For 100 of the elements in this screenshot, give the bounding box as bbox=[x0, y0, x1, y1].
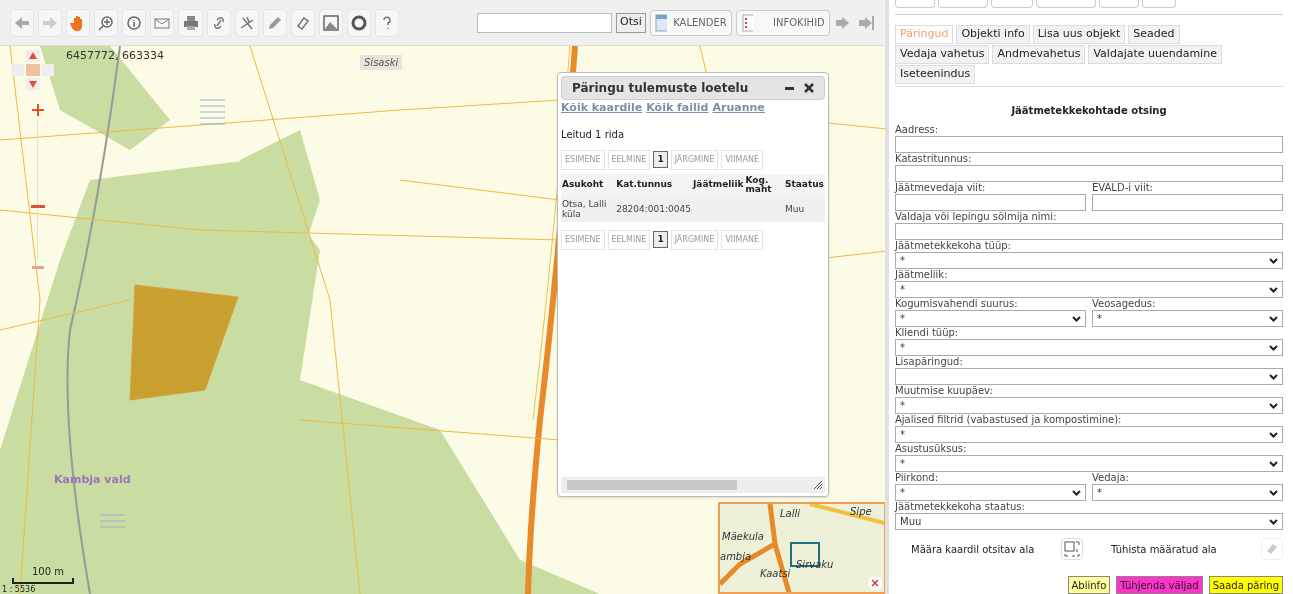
tab[interactable]: Iseteenindus bbox=[895, 65, 976, 84]
pager-button[interactable]: 1 bbox=[653, 231, 668, 248]
field-label: Jäätmevedaja viit: bbox=[895, 182, 987, 194]
dropdown[interactable]: * bbox=[895, 426, 1283, 443]
table-cell: Otsa, Lalli küla bbox=[561, 195, 616, 222]
resize-handle-icon[interactable] bbox=[813, 480, 823, 490]
tab[interactable]: Vedaja vahetus bbox=[895, 45, 990, 64]
dropdown[interactable]: * bbox=[895, 397, 1283, 414]
chevron-down-icon bbox=[1269, 315, 1278, 322]
chevron-down-icon bbox=[1269, 518, 1278, 525]
scale-bar-label: 100 m bbox=[32, 566, 64, 577]
scale-label: 1 : 5536 bbox=[2, 585, 36, 594]
area-label: Tühista määratud ala bbox=[1111, 542, 1218, 557]
column-header[interactable]: Jäätmeliik bbox=[691, 173, 745, 196]
chevron-down-icon bbox=[1269, 286, 1278, 293]
window-title: Päringu tulemuste loetelu bbox=[572, 80, 749, 97]
last-arrow-icon bbox=[857, 14, 874, 31]
form-button[interactable]: Tühjenda väljad bbox=[1116, 576, 1203, 594]
text-field[interactable] bbox=[895, 194, 1086, 211]
eraser-icon bbox=[1265, 542, 1279, 556]
field-label: EVALD-i viit: bbox=[1092, 182, 1154, 194]
dropdown[interactable]: Muu bbox=[895, 513, 1283, 530]
table-cell: 28204:001:0045 bbox=[615, 195, 692, 222]
hand-button[interactable] bbox=[66, 8, 91, 37]
dropdown[interactable] bbox=[895, 368, 1283, 385]
hidden-tab[interactable] bbox=[1099, 0, 1139, 8]
chevron-down-icon bbox=[1072, 315, 1081, 322]
tab[interactable]: Seaded bbox=[1128, 25, 1180, 44]
pencil-button[interactable] bbox=[262, 8, 287, 37]
ring-button[interactable] bbox=[346, 8, 371, 37]
link-button[interactable] bbox=[206, 8, 231, 37]
image-icon bbox=[321, 13, 340, 32]
text-field[interactable] bbox=[895, 165, 1283, 182]
hidden-tab[interactable] bbox=[895, 0, 935, 8]
column-header[interactable]: Kat.tunnus bbox=[615, 173, 692, 196]
dropdown[interactable]: * bbox=[1092, 484, 1283, 501]
search-field[interactable] bbox=[477, 12, 612, 33]
print-icon bbox=[181, 13, 200, 32]
minimize-icon[interactable] bbox=[785, 86, 794, 90]
form-button[interactable]: Abiinfo bbox=[1067, 576, 1111, 594]
column-header[interactable]: Staatus bbox=[784, 173, 825, 196]
dropdown[interactable]: * bbox=[1092, 310, 1283, 327]
pan-control[interactable] bbox=[10, 48, 56, 92]
field-label: Katastritunnus: bbox=[895, 153, 973, 165]
pager-button[interactable]: 1 bbox=[653, 151, 668, 168]
tab[interactable]: Andmevahetus bbox=[992, 45, 1086, 64]
place-label: ambja bbox=[720, 550, 752, 564]
zoom-slider[interactable] bbox=[30, 120, 46, 260]
place-label: Sipe bbox=[850, 505, 872, 519]
column-header[interactable]: Asukoht bbox=[561, 173, 616, 196]
dropdown[interactable]: * bbox=[895, 455, 1283, 472]
tab[interactable]: Objekti info bbox=[956, 25, 1030, 44]
print-button[interactable] bbox=[178, 8, 203, 37]
scrollbar-thumb[interactable] bbox=[567, 480, 737, 490]
results-count: Leitud 1 rida bbox=[560, 127, 626, 142]
chevron-down-icon bbox=[1269, 402, 1278, 409]
eraser-button[interactable] bbox=[290, 8, 315, 37]
form-button[interactable]: Saada päring bbox=[1208, 576, 1283, 594]
info-button[interactable] bbox=[122, 8, 147, 37]
tab[interactable]: Valdajate uuendamine bbox=[1088, 45, 1222, 64]
dropdown[interactable]: * bbox=[895, 310, 1086, 327]
area-label: Määra kaardil otsitav ala bbox=[911, 542, 1036, 557]
forward-arrow-button[interactable] bbox=[38, 8, 63, 37]
zoom-in-button[interactable] bbox=[94, 8, 119, 37]
chevron-down-icon bbox=[1269, 489, 1278, 496]
text-field[interactable] bbox=[895, 223, 1283, 240]
hidden-tab[interactable] bbox=[938, 0, 988, 8]
close-icon[interactable] bbox=[868, 576, 882, 590]
field-label: Valdaja või lepingu sõlmija nimi: bbox=[895, 211, 1058, 223]
eraser-button[interactable] bbox=[1261, 538, 1283, 560]
hidden-tab[interactable] bbox=[1036, 0, 1096, 8]
hidden-tab[interactable] bbox=[991, 0, 1033, 8]
measure-button[interactable] bbox=[234, 8, 259, 37]
column-header[interactable]: Kog. maht bbox=[744, 173, 784, 196]
back-arrow-button[interactable] bbox=[10, 8, 35, 37]
text-field[interactable] bbox=[895, 136, 1283, 153]
field-label: Muutmise kuupäev: bbox=[895, 385, 994, 397]
form-title: Jäätmetekkekohtade otsing bbox=[1011, 104, 1167, 118]
zoom-in-button[interactable] bbox=[30, 102, 46, 118]
text-field[interactable] bbox=[1092, 194, 1283, 211]
field-label: Kliendi tüüp: bbox=[895, 327, 960, 339]
dropdown[interactable]: * bbox=[895, 281, 1283, 298]
dropdown[interactable]: * bbox=[895, 484, 1086, 501]
search-button[interactable]: Otsi bbox=[616, 12, 646, 33]
chevron-down-icon bbox=[1269, 373, 1278, 380]
info-layers-button[interactable]: INFOKIHID bbox=[735, 9, 830, 36]
zoom-slider-thumb[interactable] bbox=[31, 204, 45, 208]
tab[interactable]: Lisa uus objekt bbox=[1032, 25, 1126, 44]
field-label: Piirkond: bbox=[895, 472, 940, 484]
dropdown[interactable]: * bbox=[895, 339, 1283, 356]
ring-icon bbox=[349, 13, 368, 32]
select-area-button[interactable] bbox=[1061, 538, 1083, 560]
calendar-button[interactable]: KALENDER bbox=[649, 9, 732, 36]
scale-bar bbox=[12, 578, 74, 584]
close-icon[interactable] bbox=[804, 83, 814, 93]
image-button[interactable] bbox=[318, 8, 343, 37]
chevron-down-icon bbox=[1269, 460, 1278, 467]
field-label: Kogumisvahendi suurus: bbox=[895, 298, 1019, 310]
dropdown[interactable]: * bbox=[895, 252, 1283, 269]
hidden-tab[interactable] bbox=[1142, 0, 1176, 8]
